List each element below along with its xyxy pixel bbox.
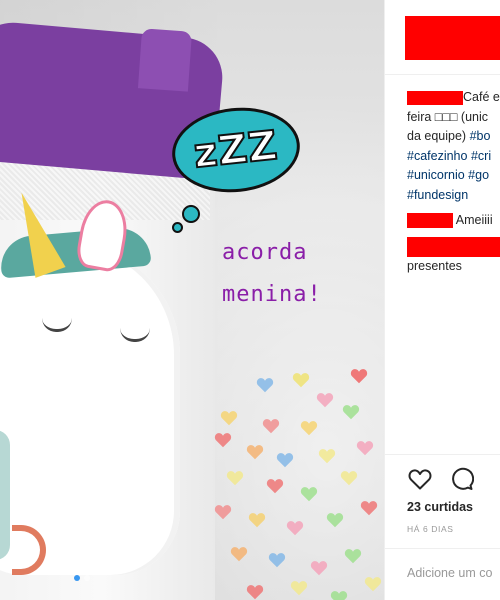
bokeh-heart xyxy=(318,448,336,464)
bokeh-heart xyxy=(226,470,244,486)
redacted-header-author xyxy=(405,16,500,60)
redacted-username[interactable] xyxy=(407,236,500,257)
hashtag-link[interactable]: #cafezinho xyxy=(407,149,467,163)
bokeh-heart xyxy=(310,560,328,576)
caption-text: da equipe) xyxy=(407,129,470,143)
bokeh-heart xyxy=(340,470,358,486)
redacted-username[interactable] xyxy=(407,213,453,229)
overlay-caption-line2: menina! xyxy=(222,282,322,307)
post-photo[interactable]: zZZ acorda menina! xyxy=(0,0,384,600)
overlay-caption-line1: acorda xyxy=(222,240,308,265)
caption-line: #fundesign xyxy=(407,186,500,206)
heart-icon xyxy=(408,469,432,490)
bokeh-heart xyxy=(316,392,334,408)
carousel-dot xyxy=(84,575,90,581)
bokeh-heart xyxy=(214,504,232,520)
bokeh-heart xyxy=(262,418,280,434)
bokeh-heart xyxy=(292,372,310,388)
bokeh-heart xyxy=(326,512,344,528)
bokeh-heart xyxy=(276,452,294,468)
cup-lid-spout xyxy=(137,28,193,92)
bokeh-heart xyxy=(230,546,248,562)
caption-line: #cafezinho #cri xyxy=(407,147,500,167)
bokeh-heart xyxy=(256,377,274,393)
comment-text: presentes xyxy=(407,258,462,273)
carousel-indicator xyxy=(74,575,90,581)
post-actions xyxy=(407,466,475,492)
caption-text: feira □□□ (unic xyxy=(407,109,489,124)
bokeh-heart xyxy=(342,404,360,420)
caption-text: Café e xyxy=(463,90,500,104)
comment-item: Ameiiii xyxy=(407,211,500,231)
bokeh-heart xyxy=(344,548,362,564)
unicorn-mane-bottom xyxy=(0,430,10,560)
bokeh-heart xyxy=(286,520,304,536)
bokeh-heart xyxy=(268,552,286,568)
bokeh-heart xyxy=(364,576,382,592)
bokeh-heart xyxy=(356,440,374,456)
divider xyxy=(385,454,500,455)
caption-line: da equipe) #bo xyxy=(407,127,500,147)
post-side-panel: Café e feira □□□ (unic da equipe) #bo #c… xyxy=(384,0,500,600)
zzz-text: zZZ xyxy=(191,122,282,179)
bubble-tail-dot xyxy=(182,205,200,223)
bokeh-heart xyxy=(266,478,284,494)
bokeh-heart xyxy=(220,410,238,426)
bokeh-heart xyxy=(290,580,308,596)
bubble-tail-dot xyxy=(172,222,183,233)
carousel-dot xyxy=(74,575,80,581)
redacted-username[interactable] xyxy=(407,90,463,105)
bokeh-heart xyxy=(214,432,232,448)
caption-line: #unicornio #go xyxy=(407,166,500,186)
comment-item xyxy=(407,236,500,257)
comment-item: presentes xyxy=(407,257,500,277)
hashtag-link[interactable]: #cri xyxy=(471,149,491,163)
comments-list: Café e feira □□□ (unic da equipe) #bo #c… xyxy=(407,88,500,276)
post-timestamp[interactable]: HÁ 6 DIAS xyxy=(407,524,454,534)
bokeh-heart xyxy=(246,584,264,600)
hashtag-link[interactable]: #fundesign xyxy=(407,188,468,202)
bokeh-heart xyxy=(248,512,266,528)
hashtag-link[interactable]: #go xyxy=(468,168,489,182)
comment-button[interactable] xyxy=(449,466,475,492)
bokeh-heart xyxy=(330,590,348,600)
bokeh-heart xyxy=(350,368,368,384)
comment-icon xyxy=(452,467,474,490)
caption-line: Café e xyxy=(407,88,500,108)
divider xyxy=(385,74,500,75)
hashtag-link[interactable]: #unicornio xyxy=(407,168,465,182)
bokeh-heart xyxy=(300,486,318,502)
caption-line: feira □□□ (unic xyxy=(407,108,500,128)
comment-text: Ameiiii xyxy=(455,213,493,227)
like-button[interactable] xyxy=(407,466,433,492)
bokeh-heart xyxy=(360,500,378,516)
bokeh-heart xyxy=(246,444,264,460)
add-comment-input[interactable] xyxy=(407,558,500,588)
divider xyxy=(385,548,500,549)
hashtag-link[interactable]: #bo xyxy=(470,129,491,143)
bokeh-heart xyxy=(300,420,318,436)
likes-count[interactable]: 23 curtidas xyxy=(407,500,473,514)
